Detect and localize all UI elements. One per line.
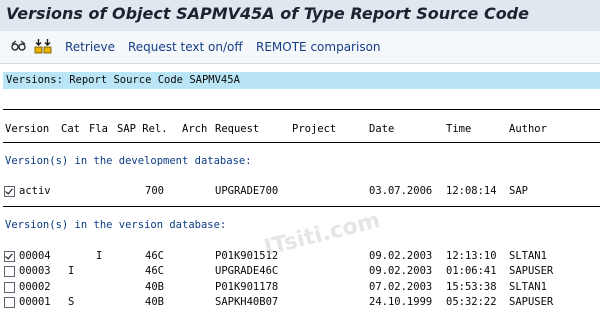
cell-time: 12:13:10 [446,250,497,262]
cell-request[interactable]: UPGRADE46C [215,265,278,277]
cell-rel: 46C [145,250,164,262]
application-toolbar: Retrieve Request text on/off REMOTE comp… [0,31,600,64]
remote-comparison-button[interactable]: REMOTE comparison [256,40,381,54]
section-development-db: Version(s) in the development database: [5,155,252,167]
split-compare-icon[interactable] [34,38,52,54]
col-date: Date [369,123,395,135]
divider [3,109,600,110]
divider [3,142,600,143]
cell-version: 00001 [19,296,51,308]
cell-time: 12:08:14 [446,185,497,197]
cell-date: 09.02.2003 [369,250,433,262]
cell-request[interactable]: P01K901178 [215,281,278,293]
col-fla: Fla [89,123,108,135]
col-project: Project [292,123,337,135]
row-checkbox[interactable] [4,282,15,293]
cell-author: SLTAN1 [509,281,547,293]
col-version: Version [5,123,50,135]
divider [3,206,600,207]
glasses-compare-icon[interactable] [10,38,28,54]
cell-version: 00004 [19,250,51,262]
cell-cat: S [68,296,75,308]
col-sap-rel: SAP Rel. [117,123,168,135]
col-time: Time [446,123,472,135]
cell-author: SLTAN1 [509,250,547,262]
col-cat: Cat [61,123,80,135]
row-checkbox[interactable] [4,297,15,308]
cell-version: 00003 [19,265,51,277]
col-arch: Arch [182,123,208,135]
cell-date: 07.02.2003 [369,281,433,293]
cell-rel: 40B [145,296,164,308]
banner-text: Versions: Report Source Code SAPMV45A [6,74,240,86]
title-bar: Versions of Object SAPMV45A of Type Repo… [0,0,600,32]
cell-rel: 46C [145,265,164,277]
cell-rel: 40B [145,281,164,293]
cell-date: 03.07.2006 [369,185,433,197]
watermark: ITsiti.com [261,208,383,261]
cell-request[interactable]: SAPKH40B07 [215,296,278,308]
cell-version: activ [19,185,51,197]
section-version-db: Version(s) in the version database: [5,219,227,231]
cell-time: 01:06:41 [446,265,497,277]
col-request: Request [215,123,260,135]
request-text-toggle-button[interactable]: Request text on/off [128,40,243,54]
window-title: Versions of Object SAPMV45A of Type Repo… [6,4,529,23]
cell-rel: 700 [145,185,164,197]
row-checkbox[interactable] [4,266,15,277]
cell-time: 15:53:38 [446,281,497,293]
row-checkbox[interactable] [4,251,15,262]
cell-author: SAP [509,185,528,197]
cell-author: SAPUSER [509,265,554,277]
cell-request[interactable]: UPGRADE700 [215,185,278,197]
cell-author: SAPUSER [509,296,554,308]
row-checkbox[interactable] [4,186,15,197]
cell-date: 09.02.2003 [369,265,433,277]
cell-fla: I [96,250,103,262]
cell-version: 00002 [19,281,51,293]
col-author: Author [509,123,547,135]
cell-cat: I [68,265,75,277]
cell-date: 24.10.1999 [369,296,433,308]
cell-time: 05:32:22 [446,296,497,308]
retrieve-button[interactable]: Retrieve [65,40,115,54]
